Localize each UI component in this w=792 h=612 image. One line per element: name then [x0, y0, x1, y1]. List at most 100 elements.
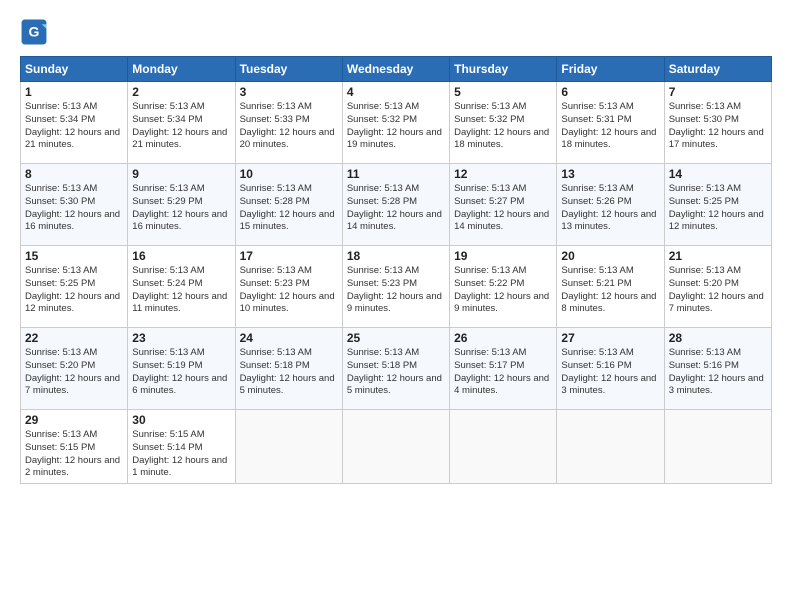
calendar-cell: 5 Sunrise: 5:13 AMSunset: 5:32 PMDaylight… — [450, 82, 557, 164]
day-number: 27 — [561, 331, 659, 345]
day-info: Sunrise: 5:13 AMSunset: 5:23 PMDaylight:… — [240, 265, 338, 316]
day-info: Sunrise: 5:13 AMSunset: 5:26 PMDaylight:… — [561, 183, 659, 234]
day-info: Sunrise: 5:13 AMSunset: 5:32 PMDaylight:… — [347, 101, 445, 152]
day-number: 16 — [132, 249, 230, 263]
weekday-header-saturday: Saturday — [664, 57, 771, 82]
day-info: Sunrise: 5:13 AMSunset: 5:27 PMDaylight:… — [454, 183, 552, 234]
day-number: 2 — [132, 85, 230, 99]
calendar-cell — [450, 410, 557, 484]
calendar-cell: 24 Sunrise: 5:13 AMSunset: 5:18 PMDayligh… — [235, 328, 342, 410]
day-info: Sunrise: 5:13 AMSunset: 5:32 PMDaylight:… — [454, 101, 552, 152]
day-info: Sunrise: 5:13 AMSunset: 5:15 PMDaylight:… — [25, 429, 123, 480]
calendar-cell: 22 Sunrise: 5:13 AMSunset: 5:20 PMDayligh… — [21, 328, 128, 410]
day-number: 20 — [561, 249, 659, 263]
weekday-header-tuesday: Tuesday — [235, 57, 342, 82]
day-number: 15 — [25, 249, 123, 263]
day-info: Sunrise: 5:13 AMSunset: 5:25 PMDaylight:… — [25, 265, 123, 316]
calendar-cell: 6 Sunrise: 5:13 AMSunset: 5:31 PMDaylight… — [557, 82, 664, 164]
day-number: 8 — [25, 167, 123, 181]
calendar-cell — [557, 410, 664, 484]
calendar-cell — [664, 410, 771, 484]
day-info: Sunrise: 5:13 AMSunset: 5:34 PMDaylight:… — [25, 101, 123, 152]
day-number: 9 — [132, 167, 230, 181]
day-number: 24 — [240, 331, 338, 345]
day-info: Sunrise: 5:13 AMSunset: 5:23 PMDaylight:… — [347, 265, 445, 316]
calendar-week-2: 8Sunrise: 5:13 AMSunset: 5:30 PMDaylight… — [21, 164, 772, 246]
calendar-week-5: 29 Sunrise: 5:13 AMSunset: 5:15 PMDayligh… — [21, 410, 772, 484]
day-number: 7 — [669, 85, 767, 99]
day-number: 23 — [132, 331, 230, 345]
day-info: Sunrise: 5:13 AMSunset: 5:30 PMDaylight:… — [669, 101, 767, 152]
calendar-cell: 19 Sunrise: 5:13 AMSunset: 5:22 PMDayligh… — [450, 246, 557, 328]
calendar-cell: 10 Sunrise: 5:13 AMSunset: 5:28 PMDayligh… — [235, 164, 342, 246]
calendar-cell: 3 Sunrise: 5:13 AMSunset: 5:33 PMDaylight… — [235, 82, 342, 164]
day-number: 1 — [25, 85, 123, 99]
header: G — [20, 18, 772, 46]
calendar-cell: 1 Sunrise: 5:13 AMSunset: 5:34 PMDaylight… — [21, 82, 128, 164]
day-info: Sunrise: 5:13 AMSunset: 5:18 PMDaylight:… — [240, 347, 338, 398]
calendar-cell: 15 Sunrise: 5:13 AMSunset: 5:25 PMDayligh… — [21, 246, 128, 328]
day-info: Sunrise: 5:13 AMSunset: 5:33 PMDaylight:… — [240, 101, 338, 152]
day-number: 5 — [454, 85, 552, 99]
calendar-cell — [235, 410, 342, 484]
calendar-cell: 18 Sunrise: 5:13 AMSunset: 5:23 PMDayligh… — [342, 246, 449, 328]
day-number: 18 — [347, 249, 445, 263]
calendar-cell: 9 Sunrise: 5:13 AMSunset: 5:29 PMDaylight… — [128, 164, 235, 246]
calendar-cell: 14 Sunrise: 5:13 AMSunset: 5:25 PMDayligh… — [664, 164, 771, 246]
weekday-header-friday: Friday — [557, 57, 664, 82]
svg-text:G: G — [29, 24, 40, 40]
calendar-cell: 20Sunrise: 5:13 AMSunset: 5:21 PMDayligh… — [557, 246, 664, 328]
day-info: Sunrise: 5:13 AMSunset: 5:20 PMDaylight:… — [669, 265, 767, 316]
calendar-cell: 4 Sunrise: 5:13 AMSunset: 5:32 PMDaylight… — [342, 82, 449, 164]
calendar-cell: 26 Sunrise: 5:13 AMSunset: 5:17 PMDayligh… — [450, 328, 557, 410]
day-number: 21 — [669, 249, 767, 263]
calendar-cell: 16Sunrise: 5:13 AMSunset: 5:24 PMDayligh… — [128, 246, 235, 328]
day-number: 13 — [561, 167, 659, 181]
day-number: 22 — [25, 331, 123, 345]
logo-icon: G — [20, 18, 48, 46]
calendar-cell: 27 Sunrise: 5:13 AMSunset: 5:16 PMDayligh… — [557, 328, 664, 410]
calendar-cell: 8Sunrise: 5:13 AMSunset: 5:30 PMDaylight… — [21, 164, 128, 246]
day-number: 4 — [347, 85, 445, 99]
day-number: 19 — [454, 249, 552, 263]
day-info: Sunrise: 5:13 AMSunset: 5:28 PMDaylight:… — [347, 183, 445, 234]
calendar-week-1: 1 Sunrise: 5:13 AMSunset: 5:34 PMDaylight… — [21, 82, 772, 164]
calendar-cell: 12Sunrise: 5:13 AMSunset: 5:27 PMDayligh… — [450, 164, 557, 246]
day-info: Sunrise: 5:13 AMSunset: 5:25 PMDaylight:… — [669, 183, 767, 234]
day-number: 26 — [454, 331, 552, 345]
day-info: Sunrise: 5:13 AMSunset: 5:16 PMDaylight:… — [669, 347, 767, 398]
calendar-cell: 21 Sunrise: 5:13 AMSunset: 5:20 PMDayligh… — [664, 246, 771, 328]
day-info: Sunrise: 5:13 AMSunset: 5:20 PMDaylight:… — [25, 347, 123, 398]
calendar-cell: 17 Sunrise: 5:13 AMSunset: 5:23 PMDayligh… — [235, 246, 342, 328]
calendar-cell: 23Sunrise: 5:13 AMSunset: 5:19 PMDayligh… — [128, 328, 235, 410]
day-number: 6 — [561, 85, 659, 99]
calendar-week-3: 15 Sunrise: 5:13 AMSunset: 5:25 PMDayligh… — [21, 246, 772, 328]
calendar-week-4: 22 Sunrise: 5:13 AMSunset: 5:20 PMDayligh… — [21, 328, 772, 410]
weekday-header-row: SundayMondayTuesdayWednesdayThursdayFrid… — [21, 57, 772, 82]
weekday-header-thursday: Thursday — [450, 57, 557, 82]
day-number: 29 — [25, 413, 123, 427]
day-number: 10 — [240, 167, 338, 181]
calendar-cell: 29 Sunrise: 5:13 AMSunset: 5:15 PMDayligh… — [21, 410, 128, 484]
day-number: 30 — [132, 413, 230, 427]
day-number: 25 — [347, 331, 445, 345]
calendar-table: SundayMondayTuesdayWednesdayThursdayFrid… — [20, 56, 772, 484]
day-info: Sunrise: 5:13 AMSunset: 5:17 PMDaylight:… — [454, 347, 552, 398]
day-info: Sunrise: 5:13 AMSunset: 5:31 PMDaylight:… — [561, 101, 659, 152]
page-container: G SundayMondayTuesdayWednesdayThursdayFr… — [0, 0, 792, 494]
calendar-cell: 7 Sunrise: 5:13 AMSunset: 5:30 PMDaylight… — [664, 82, 771, 164]
day-info: Sunrise: 5:13 AMSunset: 5:34 PMDaylight:… — [132, 101, 230, 152]
day-number: 14 — [669, 167, 767, 181]
day-info: Sunrise: 5:13 AMSunset: 5:22 PMDaylight:… — [454, 265, 552, 316]
day-number: 11 — [347, 167, 445, 181]
day-info: Sunrise: 5:13 AMSunset: 5:29 PMDaylight:… — [132, 183, 230, 234]
day-info: Sunrise: 5:13 AMSunset: 5:18 PMDaylight:… — [347, 347, 445, 398]
calendar-cell: 30 Sunrise: 5:15 AMSunset: 5:14 PMDayligh… — [128, 410, 235, 484]
calendar-cell: 28Sunrise: 5:13 AMSunset: 5:16 PMDayligh… — [664, 328, 771, 410]
day-info: Sunrise: 5:13 AMSunset: 5:28 PMDaylight:… — [240, 183, 338, 234]
day-info: Sunrise: 5:13 AMSunset: 5:16 PMDaylight:… — [561, 347, 659, 398]
day-number: 17 — [240, 249, 338, 263]
calendar-cell: 25 Sunrise: 5:13 AMSunset: 5:18 PMDayligh… — [342, 328, 449, 410]
day-number: 3 — [240, 85, 338, 99]
day-info: Sunrise: 5:15 AMSunset: 5:14 PMDaylight:… — [132, 429, 230, 480]
